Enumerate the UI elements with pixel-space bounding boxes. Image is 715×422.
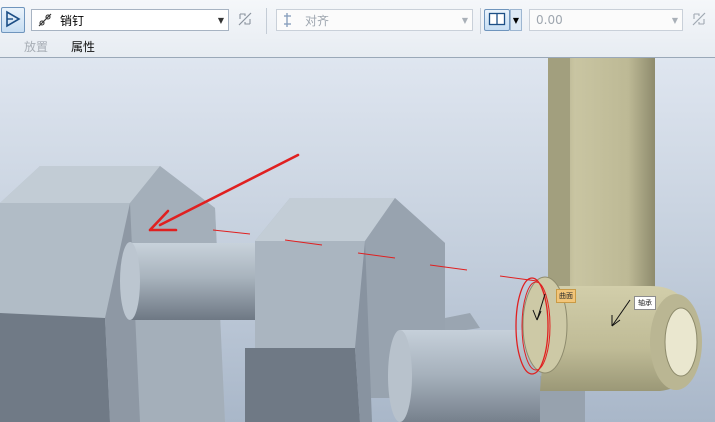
- callout-label-surface[interactable]: 曲面: [556, 289, 576, 303]
- toolbar-separator: [480, 8, 481, 34]
- tab-placement[interactable]: 放置: [24, 38, 48, 55]
- offset-value-field[interactable]: 0.00 ▼: [529, 9, 683, 31]
- chevron-down-icon[interactable]: ▼: [214, 16, 228, 25]
- constraint-type-select[interactable]: 销钉 ▼: [31, 9, 229, 31]
- dashboard-toolbar: 销钉 ▼ 对齐 ▼ ▼ 0.00 ▼ 放置 属性: [0, 0, 715, 58]
- flip-direction-button[interactable]: [234, 9, 256, 31]
- chevron-down-icon: ▼: [512, 15, 520, 25]
- callout-label-bearing[interactable]: 轴承: [634, 296, 656, 310]
- chevron-down-icon[interactable]: ▼: [458, 16, 472, 25]
- align-icon: [277, 12, 299, 28]
- connection-set-icon: [4, 10, 22, 31]
- flip-icon: [237, 11, 253, 30]
- offset-value: 0.00: [536, 13, 563, 27]
- toolbar-separator: [266, 8, 267, 34]
- constraint-type-value: 销钉: [60, 13, 85, 28]
- chevron-down-icon[interactable]: ▼: [668, 16, 682, 25]
- coincident-icon: [488, 12, 506, 29]
- offset-type-dropdown[interactable]: ▼: [510, 9, 522, 31]
- alignment-select[interactable]: 对齐 ▼: [276, 9, 473, 31]
- flip-icon: [691, 11, 707, 30]
- offset-type-button[interactable]: [484, 9, 510, 31]
- user-defined-set-button[interactable]: [1, 7, 25, 33]
- graphics-viewport[interactable]: 曲面 轴承: [0, 58, 715, 422]
- flip-offset-button[interactable]: [688, 9, 710, 31]
- pin-connection-icon: [32, 12, 54, 28]
- crank-pin-shaft[interactable]: [120, 242, 275, 320]
- tab-properties[interactable]: 属性: [71, 38, 95, 55]
- alignment-value: 对齐: [305, 13, 330, 28]
- model-scene[interactable]: [0, 58, 715, 422]
